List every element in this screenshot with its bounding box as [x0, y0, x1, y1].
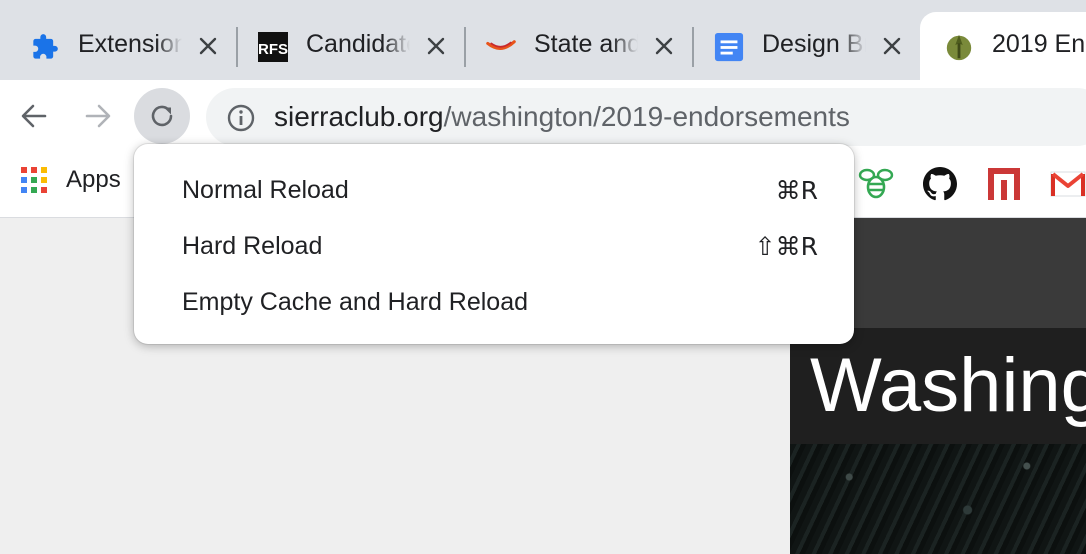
- tab-state-and[interactable]: State and: [486, 12, 686, 80]
- tab-title: Design Brief: [762, 30, 866, 58]
- tab-title: Extensions: [78, 30, 182, 58]
- tab-design-brief[interactable]: Design Brief: [714, 12, 914, 80]
- address-bar[interactable]: sierraclub.org/washington/2019-endorseme…: [206, 88, 1086, 146]
- close-tab-icon[interactable]: [652, 34, 676, 58]
- close-tab-icon[interactable]: [196, 34, 220, 58]
- menu-item-label: Hard Reload: [182, 232, 323, 260]
- sierra-club-logo-icon: [944, 32, 974, 62]
- tab-separator: [692, 27, 694, 67]
- apps-label: Apps: [66, 166, 121, 193]
- url-path: /washington/2019-endorsements: [443, 101, 850, 132]
- back-button[interactable]: [6, 88, 62, 144]
- menu-item-shortcut: ⌘R: [775, 176, 818, 205]
- google-docs-icon: [714, 32, 744, 62]
- arrow-right-icon: [85, 104, 111, 128]
- tab-extensions[interactable]: Extensions: [30, 12, 230, 80]
- forward-button[interactable]: [70, 88, 126, 144]
- page-heading-bar: Washington: [790, 328, 1086, 444]
- apps-grid-icon: [21, 167, 47, 193]
- url-text[interactable]: sierraclub.org/washington/2019-endorseme…: [274, 101, 850, 133]
- url-host: sierraclub.org: [274, 101, 444, 132]
- tab-candidates[interactable]: RFS Candidates: [258, 12, 458, 80]
- rfs-logo-icon: RFS: [258, 32, 288, 62]
- puzzle-icon: [30, 32, 60, 62]
- gmail-icon[interactable]: [1050, 166, 1086, 202]
- tab-title: Candidates: [306, 30, 410, 58]
- menu-item-hard-reload[interactable]: Hard Reload ⇧⌘R: [134, 217, 854, 273]
- info-icon[interactable]: [226, 103, 256, 133]
- npm-icon[interactable]: [986, 166, 1022, 202]
- tab-title: State and: [534, 30, 638, 58]
- tab-2019-endorsements[interactable]: 2019 Endorsements: [920, 12, 1086, 80]
- menu-item-label: Empty Cache and Hard Reload: [182, 288, 529, 316]
- menu-item-shortcut: ⇧⌘R: [754, 232, 818, 261]
- reload-icon: [151, 105, 173, 127]
- apps-shortcut[interactable]: Apps: [20, 166, 121, 194]
- swoosh-logo-icon: [486, 32, 516, 62]
- close-tab-icon[interactable]: [424, 34, 448, 58]
- github-icon[interactable]: [922, 166, 958, 202]
- tab-strip: Extensions RFS Candidates State and Desi…: [0, 0, 1086, 80]
- bee-icon[interactable]: [858, 166, 894, 202]
- tab-separator: [464, 27, 466, 67]
- menu-item-label: Normal Reload: [182, 176, 349, 204]
- menu-item-normal-reload[interactable]: Normal Reload ⌘R: [134, 161, 854, 217]
- close-tab-icon[interactable]: [880, 34, 904, 58]
- hero-image: [790, 444, 1086, 554]
- reload-button[interactable]: [134, 88, 190, 144]
- tab-title: 2019 Endorsements: [992, 30, 1086, 58]
- menu-item-empty-cache-hard-reload[interactable]: Empty Cache and Hard Reload: [134, 273, 854, 329]
- arrow-left-icon: [21, 104, 47, 128]
- reload-context-menu: Normal Reload ⌘R Hard Reload ⇧⌘R Empty C…: [134, 144, 854, 344]
- page-heading: Washington: [810, 343, 1086, 428]
- svg-text:RFS: RFS: [258, 41, 288, 58]
- tab-separator: [236, 27, 238, 67]
